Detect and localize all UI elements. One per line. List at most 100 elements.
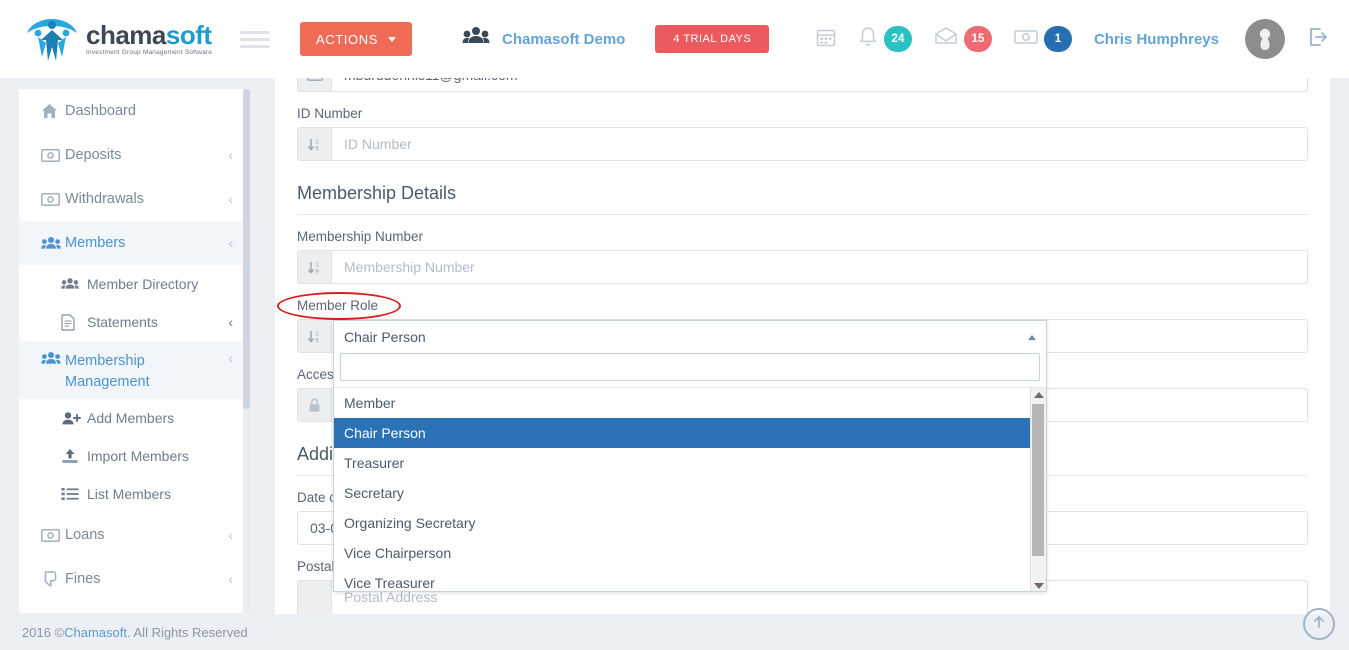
users-icon [41, 351, 65, 366]
member-role-dropdown: Chair Person Member Chair Person Treasur… [333, 320, 1047, 592]
chevron-left-icon: ‹ [228, 314, 233, 330]
sidebar-subitem-label: List Members [87, 486, 172, 502]
sidebar-item-member-directory[interactable]: Member Directory [19, 265, 249, 303]
dropdown-option-selected[interactable]: Chair Person [334, 418, 1046, 448]
scroll-up-arrow-icon[interactable] [1033, 392, 1044, 398]
actions-button-label: ACTIONS [316, 31, 378, 47]
actions-button[interactable]: ACTIONS [300, 22, 412, 56]
payments-count-badge: 1 [1043, 26, 1072, 52]
sidebar-item-label: Dashboard [65, 103, 136, 119]
money-icon [41, 192, 65, 206]
sidebar-item-label: Members [65, 235, 126, 251]
sidebar-item-deposits[interactable]: Deposits ‹ [19, 133, 249, 177]
chevron-left-icon: ‹ [228, 571, 233, 587]
dropdown-option[interactable]: Secretary [334, 478, 1046, 508]
sidebar-subitem-label: Member Directory [87, 276, 199, 292]
sidebar-subitem-label: Statements [87, 314, 158, 330]
file-icon [61, 313, 87, 331]
footer-copyright-suffix: . All Rights Reserved [127, 624, 248, 640]
messages-button[interactable]: 15 [934, 26, 992, 52]
svg-text:9: 9 [315, 269, 319, 275]
sort-numeric-icon: 19 [297, 250, 331, 284]
sidebar-item-label: Loans [65, 527, 105, 543]
dropdown-option[interactable]: Vice Chairperson [334, 538, 1046, 568]
sidebar-item-label: Withdrawals [65, 191, 144, 207]
organization-name: Chamasoft Demo [501, 30, 626, 48]
menu-toggle-icon[interactable] [240, 27, 270, 52]
member-role-search-wrapper [334, 353, 1046, 387]
messages-count-badge: 15 [963, 26, 992, 52]
svg-text:1: 1 [315, 262, 319, 268]
calendar-icon [816, 27, 836, 52]
sidebar-item-members[interactable]: Members ‹ [19, 221, 249, 265]
calendar-button[interactable] [816, 27, 836, 52]
brand-logo[interactable]: chamasoft Investment Group Management So… [22, 13, 222, 65]
sidebar-navigation: Dashboard Deposits ‹ Withdrawals ‹ Membe… [19, 89, 249, 613]
sidebar-scrollbar-thumb[interactable] [243, 89, 250, 409]
chevron-down-icon [387, 36, 396, 42]
sidebar-item-loans[interactable]: Loans ‹ [19, 513, 249, 557]
dropdown-option[interactable]: Treasurer [334, 448, 1046, 478]
avatar[interactable] [1245, 19, 1285, 59]
dropdown-scrollbar-thumb[interactable] [1032, 404, 1044, 556]
arrow-up-icon [1311, 614, 1327, 635]
sidebar-item-membership-management[interactable]: Membership Management ‹ [19, 341, 249, 399]
dropdown-scrollbar-track[interactable] [1030, 388, 1046, 591]
sidebar-item-statements[interactable]: Statements ‹ [19, 303, 249, 341]
sidebar-item-label: Fines [65, 571, 101, 587]
sort-numeric-icon: 19 [297, 319, 331, 353]
organization-selector[interactable]: Chamasoft Demo [462, 26, 625, 53]
brand-wordmark: chamasoft Investment Group Management So… [86, 22, 212, 57]
chevron-up-icon [1028, 334, 1036, 340]
users-icon [61, 277, 87, 291]
payments-button[interactable]: 1 [1014, 26, 1072, 52]
sidebar-subitem-label: Add Members [87, 410, 175, 426]
member-role-selected-value: Chair Person [344, 329, 426, 345]
money-icon [41, 528, 65, 542]
scroll-to-top-button[interactable] [1303, 608, 1335, 640]
sidebar-item-label: Membership Management [65, 353, 150, 391]
svg-text:9: 9 [315, 146, 319, 152]
chevron-left-icon: ‹ [228, 527, 233, 543]
brand-tagline: Investment Group Management Software [86, 48, 213, 56]
dropdown-option[interactable]: Vice Treasurer [334, 568, 1046, 591]
member-role-search-input[interactable] [340, 353, 1040, 381]
logout-button[interactable] [1307, 26, 1329, 53]
footer-copyright-prefix: 2016 © [22, 624, 65, 640]
membership-number-label: Membership Number [297, 229, 424, 244]
dropdown-option[interactable]: Organizing Secretary [334, 508, 1046, 538]
sidebar-item-add-members[interactable]: Add Members [19, 399, 249, 437]
member-role-dropdown-header[interactable]: Chair Person [334, 321, 1046, 353]
page-footer: 2016 © Chamasoft. All Rights Reserved [0, 614, 1349, 650]
member-role-label: Member Role [297, 298, 379, 313]
sidebar-item-list-members[interactable]: List Members [19, 475, 249, 513]
money-icon [41, 148, 65, 162]
id-number-row: 19 [297, 127, 1308, 161]
scroll-down-arrow-icon[interactable] [1034, 583, 1044, 589]
envelope-icon [934, 26, 958, 52]
trial-days-badge[interactable]: 4 TRIAL DAYS [655, 25, 770, 53]
sidebar-item-import-members[interactable]: Import Members [19, 437, 249, 475]
list-icon [61, 487, 87, 501]
sidebar-item-withdrawals[interactable]: Withdrawals ‹ [19, 177, 249, 221]
dropdown-option[interactable]: Member [334, 388, 1046, 418]
svg-text:9: 9 [315, 338, 319, 344]
thumbs-down-icon [41, 571, 65, 587]
member-role-option-list: Member Chair Person Treasurer Secretary … [334, 387, 1046, 591]
brand-word-secondary: soft [165, 19, 212, 50]
membership-number-row: 19 [297, 250, 1308, 284]
upload-icon [61, 448, 87, 464]
top-bar-actions: 24 15 1 Chris Humphreys [816, 19, 1349, 59]
chevron-left-icon: ‹ [228, 350, 233, 366]
bell-icon [858, 26, 878, 53]
lock-icon [297, 388, 331, 422]
notifications-button[interactable]: 24 [858, 26, 912, 53]
sidebar-item-fines[interactable]: Fines ‹ [19, 557, 249, 601]
id-number-input[interactable] [331, 127, 1308, 161]
membership-number-input[interactable] [331, 250, 1308, 284]
footer-brand-link[interactable]: Chamasoft [64, 625, 127, 640]
users-icon [41, 236, 65, 251]
sidebar-item-dashboard[interactable]: Dashboard [19, 89, 249, 133]
current-user-name[interactable]: Chris Humphreys [1094, 31, 1219, 48]
id-number-label: ID Number [297, 106, 363, 121]
